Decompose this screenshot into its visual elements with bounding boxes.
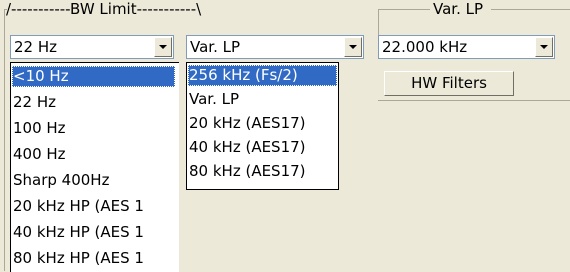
var-lp-frame-left — [378, 9, 379, 38]
list-item-256khz[interactable]: 256 kHz (Fs/2) — [188, 65, 337, 86]
list-item-40khz-hp[interactable]: 40 kHz HP (AES 1 — [12, 222, 178, 243]
list-item-22-hz[interactable]: 22 Hz — [12, 92, 178, 113]
bw-limit-combo[interactable]: 22 Hz — [10, 35, 174, 59]
lp-select-combo-value: Var. LP — [190, 38, 241, 56]
lp-select-dropdown-list: 256 kHz (Fs/2) Var. LP 20 kHz (AES17) 40… — [186, 62, 339, 190]
list-item-20khz-aes17[interactable]: 20 kHz (AES17) — [188, 113, 337, 134]
list-item-sharp-400hz[interactable]: Sharp 400Hz — [12, 170, 178, 191]
bw-limit-dropdown-list: <10 Hz 22 Hz 100 Hz 400 Hz Sharp 400Hz 2… — [10, 62, 179, 272]
var-lp-frequency-value: 22.000 kHz — [382, 38, 468, 56]
bw-limit-header: /-----------BW Limit-----------\ — [6, 0, 202, 18]
bottom-frame-line — [378, 100, 570, 101]
var-lp-frequency-combo[interactable]: 22.000 kHz — [378, 35, 555, 59]
lp-select-combo[interactable]: Var. LP — [186, 35, 364, 59]
chevron-down-icon[interactable] — [344, 37, 362, 57]
var-lp-frame-top-right — [491, 9, 570, 10]
bw-limit-combo-value: 22 Hz — [14, 38, 58, 56]
var-lp-header: Var. LP — [433, 0, 484, 18]
list-item-80khz-aes17[interactable]: 80 kHz (AES17) — [188, 161, 337, 182]
chevron-down-icon[interactable] — [154, 37, 172, 57]
list-item-under-10-hz[interactable]: <10 Hz — [12, 66, 175, 87]
list-item-20khz-hp[interactable]: 20 kHz HP (AES 1 — [12, 196, 178, 217]
list-item-80khz-hp[interactable]: 80 kHz HP (AES 1 — [12, 248, 178, 269]
chevron-down-icon[interactable] — [535, 37, 553, 57]
list-item-40khz-aes17[interactable]: 40 kHz (AES17) — [188, 137, 337, 158]
hw-filters-button[interactable]: HW Filters — [384, 71, 514, 96]
list-item-var-lp[interactable]: Var. LP — [188, 89, 337, 110]
group-frame-left — [4, 9, 5, 271]
list-item-100-hz[interactable]: 100 Hz — [12, 118, 178, 139]
bw-limit-panel: /-----------BW Limit-----------\ Var. LP… — [0, 0, 570, 272]
list-item-400-hz[interactable]: 400 Hz — [12, 144, 178, 165]
var-lp-frame-top-left — [378, 9, 430, 10]
